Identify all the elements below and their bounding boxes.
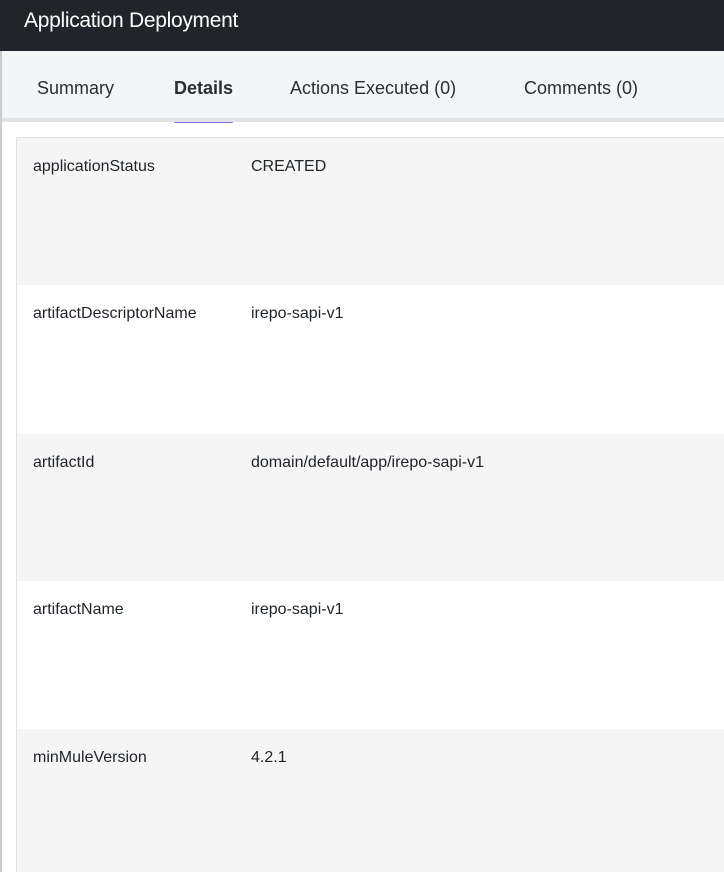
title-bar: Application Deployment xyxy=(0,0,724,51)
detail-key: artifactName xyxy=(33,601,124,618)
detail-key: artifactDescriptorName xyxy=(33,305,197,322)
detail-value: 4.2.1 xyxy=(251,749,287,766)
tab-comments[interactable]: Comments (0) xyxy=(524,51,638,118)
detail-key: applicationStatus xyxy=(33,158,155,175)
tab-actions-executed[interactable]: Actions Executed (0) xyxy=(290,51,456,118)
details-panel: applicationStatus CREATED artifactDescri… xyxy=(16,137,724,872)
window-title: Application Deployment xyxy=(24,9,239,32)
detail-row-artifact-descriptor-name: artifactDescriptorName irepo-sapi-v1 xyxy=(17,285,724,434)
detail-value: irepo-sapi-v1 xyxy=(251,601,344,618)
detail-row-artifact-id: artifactId domain/default/app/irepo-sapi… xyxy=(17,434,724,581)
detail-value: CREATED xyxy=(251,158,327,175)
tab-bar: Summary Details Actions Executed (0) Com… xyxy=(2,51,724,123)
detail-row-min-mule-version: minMuleVersion 4.2.1 xyxy=(17,729,724,872)
tab-details[interactable]: Details xyxy=(174,51,234,123)
tab-summary[interactable]: Summary xyxy=(37,51,114,118)
tab-bar-divider xyxy=(2,118,724,122)
window-left-border xyxy=(0,0,2,872)
detail-row-application-status: applicationStatus CREATED xyxy=(17,138,724,285)
detail-key: minMuleVersion xyxy=(33,749,147,766)
detail-value: domain/default/app/irepo-sapi-v1 xyxy=(251,454,485,471)
detail-key: artifactId xyxy=(33,454,95,471)
detail-value: irepo-sapi-v1 xyxy=(251,305,344,322)
detail-row-artifact-name: artifactName irepo-sapi-v1 xyxy=(17,581,724,729)
